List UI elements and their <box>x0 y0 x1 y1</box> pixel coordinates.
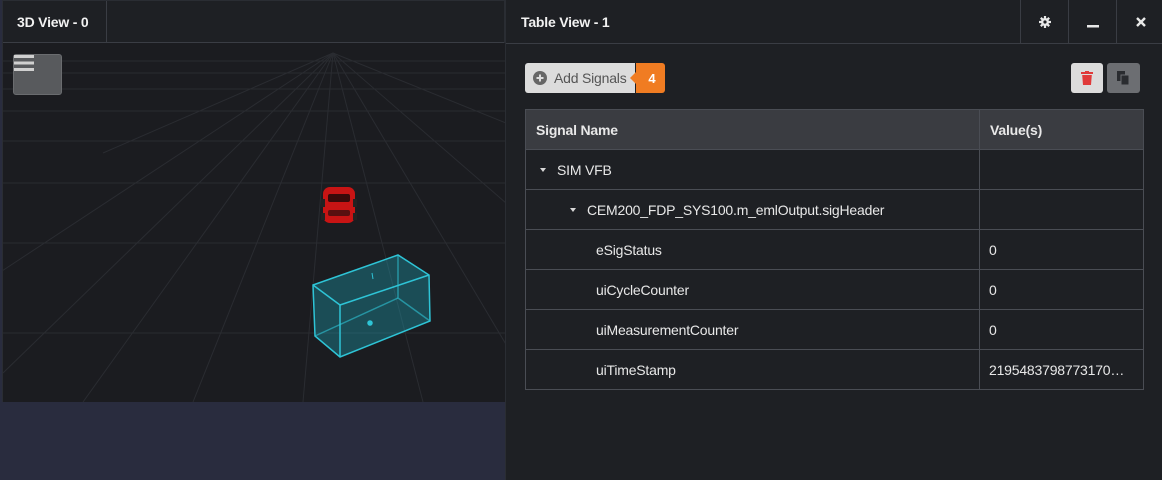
plus-circle-icon <box>533 71 547 85</box>
copy-button[interactable] <box>1107 63 1140 93</box>
3d-view-tabbar: 3D View - 0 <box>3 1 504 43</box>
signal-value-cell <box>979 189 1144 230</box>
table-row[interactable]: SIM VFB <box>525 149 1144 190</box>
table-header-row: Signal Name Value(s) <box>525 109 1144 150</box>
copy-icon <box>1117 71 1130 85</box>
3d-view-panel: 3D View - 0 <box>2 0 506 402</box>
ground-grid <box>3 52 506 402</box>
table-view-tabbar: Table View - 1 <box>506 0 1162 44</box>
add-signals-label: Add Signals <box>554 70 627 86</box>
signal-table: Signal Name Value(s) SIM VFB CEM200_FDP_… <box>525 109 1144 390</box>
trash-icon <box>1081 71 1093 85</box>
signal-name-cell: uiCycleCounter <box>525 269 980 310</box>
minimize-button[interactable] <box>1068 0 1116 43</box>
vehicle-model <box>321 187 357 223</box>
gear-icon <box>1038 15 1051 28</box>
tab-3d-view[interactable]: 3D View - 0 <box>3 1 107 42</box>
signal-count-badge: 4 <box>630 63 665 93</box>
column-header-signal-name[interactable]: Signal Name <box>525 109 980 150</box>
selection-bounding-box <box>312 254 431 358</box>
signal-value-cell: 0 <box>979 269 1144 310</box>
close-icon <box>1135 16 1146 27</box>
3d-viewport[interactable] <box>3 43 506 402</box>
signal-name-cell: uiTimeStamp <box>525 349 980 390</box>
table-row[interactable]: eSigStatus 0 <box>525 229 1144 270</box>
minimize-icon <box>1086 24 1099 27</box>
signal-name-cell: SIM VFB <box>525 149 980 190</box>
hamburger-icon <box>14 55 34 71</box>
signal-name-cell: uiMeasurementCounter <box>525 309 980 350</box>
signal-name: CEM200_FDP_SYS100.m_emlOutput.sigHeader <box>587 201 885 218</box>
table-view-panel: Table View - 1 Add Signals 4 Signal Name… <box>505 0 1162 480</box>
signal-value-cell: 0 <box>979 229 1144 270</box>
signal-value-cell: 0 <box>979 309 1144 350</box>
settings-button[interactable] <box>1020 0 1068 43</box>
signal-name-cell: eSigStatus <box>525 229 980 270</box>
delete-button[interactable] <box>1071 63 1103 93</box>
caret-down-icon[interactable] <box>570 207 576 212</box>
tab-table-view[interactable]: Table View - 1 <box>521 14 610 30</box>
close-button[interactable] <box>1116 0 1162 43</box>
caret-down-icon[interactable] <box>540 167 546 172</box>
add-signals-button[interactable]: Add Signals <box>525 63 635 93</box>
3d-scene <box>3 52 506 402</box>
signal-name-cell: CEM200_FDP_SYS100.m_emlOutput.sigHeader <box>525 189 980 230</box>
table-row[interactable]: uiMeasurementCounter 0 <box>525 309 1144 350</box>
signal-value-cell <box>979 149 1144 190</box>
column-header-values[interactable]: Value(s) <box>979 109 1144 150</box>
signal-name: SIM VFB <box>557 161 612 178</box>
table-row[interactable]: uiCycleCounter 0 <box>525 269 1144 310</box>
scene-menu-button[interactable] <box>13 54 62 95</box>
signal-value-cell: 2195483798773170… <box>979 349 1144 390</box>
table-row[interactable]: uiTimeStamp 2195483798773170… <box>525 349 1144 390</box>
table-row[interactable]: CEM200_FDP_SYS100.m_emlOutput.sigHeader <box>525 189 1144 230</box>
